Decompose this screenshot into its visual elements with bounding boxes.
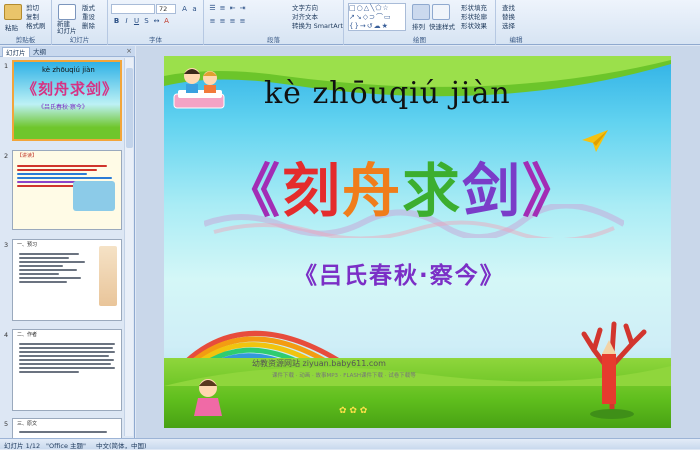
main-title[interactable]: 《刻舟求剑》 bbox=[222, 144, 582, 228]
grow-font-icon[interactable]: A bbox=[180, 5, 189, 13]
close-pane-icon[interactable]: × bbox=[126, 47, 132, 55]
new-slide-button[interactable]: 新建 幻灯片 bbox=[57, 21, 77, 35]
justify-icon[interactable]: ≡ bbox=[238, 17, 247, 25]
editing-group: 查找 替换 选择 编辑 bbox=[496, 0, 536, 45]
shrink-font-icon[interactable]: a bbox=[190, 5, 199, 13]
paste-icon[interactable] bbox=[4, 4, 22, 20]
delete-button[interactable]: 删除 bbox=[82, 20, 95, 30]
bullets-icon[interactable]: ☰ bbox=[208, 4, 217, 12]
watermark-text: 幼教资源网站 ziyuan.baby611.com bbox=[252, 359, 386, 368]
title-char-qiu: 求 bbox=[402, 157, 463, 225]
align-center-icon[interactable]: ≡ bbox=[218, 17, 227, 25]
italic-icon[interactable]: I bbox=[122, 17, 131, 25]
thumb-title: 《刻舟求剑》 bbox=[22, 80, 119, 98]
increase-indent-icon[interactable]: ⇥ bbox=[238, 4, 247, 12]
arrange-button[interactable]: 排列 bbox=[412, 21, 425, 31]
drawing-group: □○△╲⬠☆ ↗↘◇⊃⌒▭ {}→↺☁★ 排列 快速样式 形状填充 形状轮廓 形状效… bbox=[344, 0, 496, 45]
current-slide[interactable]: kè zhōuqiú jiàn 《刻舟求剑》 《吕氏春秋·察今》 ✿ ✿ ✿ 幼… bbox=[164, 56, 671, 428]
format-painter-button[interactable]: 格式刷 bbox=[26, 20, 46, 30]
thumbnail-number: 4 bbox=[4, 331, 9, 339]
watermark-subtext: 课件下载 · 动画 · 故事MP3 · FLASH课件下载 · 试卷下载等 bbox=[272, 373, 416, 379]
thumbnail-number: 2 bbox=[4, 152, 9, 160]
kids-reading-illustration bbox=[173, 68, 225, 109]
new-slide-icon[interactable] bbox=[58, 4, 76, 20]
clipboard-group-label: 剪贴板 bbox=[15, 36, 36, 44]
char-spacing-icon[interactable]: ↔ bbox=[152, 17, 161, 25]
paragraph-group-label: 段落 bbox=[267, 36, 280, 44]
title-char-ke: 刻 bbox=[282, 157, 343, 225]
flowers-decoration: ✿ ✿ ✿ bbox=[339, 406, 368, 416]
paper-airplane-icon bbox=[582, 130, 608, 152]
slide-thumbnail-4[interactable]: 二、作者 bbox=[12, 329, 122, 411]
slide-thumbnail-2[interactable]: 【讲读】 bbox=[12, 150, 122, 230]
font-color-icon[interactable]: A bbox=[162, 17, 171, 25]
thumb-heading: 【讲读】 bbox=[17, 153, 38, 159]
thumb-text-lines bbox=[19, 429, 109, 435]
select-button[interactable]: 选择 bbox=[502, 20, 515, 30]
thumb-text-lines bbox=[19, 341, 117, 375]
font-group: 72 A a B I U S ↔ A 字体 bbox=[108, 0, 204, 45]
quick-styles-button[interactable]: 快速样式 bbox=[429, 21, 455, 31]
pane-tabs: 幻灯片 大纲 × bbox=[0, 46, 135, 57]
slides-group-label: 幻灯片 bbox=[69, 36, 90, 44]
align-right-icon[interactable]: ≡ bbox=[228, 17, 237, 25]
thumbnail-number: 5 bbox=[4, 420, 9, 428]
underline-icon[interactable]: U bbox=[132, 17, 141, 25]
bold-icon[interactable]: B bbox=[112, 17, 121, 25]
thumbnail-number: 3 bbox=[4, 241, 9, 249]
drawing-group-label: 绘图 bbox=[413, 36, 426, 44]
thumbnail-number: 1 bbox=[4, 62, 9, 70]
thumb-subtitle: 《吕氏春秋·察今》 bbox=[38, 104, 88, 111]
title-char-zhou: 舟 bbox=[342, 157, 403, 225]
arrange-icon[interactable] bbox=[412, 4, 430, 20]
pencil-tree-illustration bbox=[581, 321, 647, 419]
decrease-indent-icon[interactable]: ⇤ bbox=[228, 4, 237, 12]
subtitle[interactable]: 《吕氏春秋·察今》 bbox=[294, 256, 505, 290]
clipboard-group: 粘贴 剪切 复制 格式刷 剪贴板 bbox=[0, 0, 52, 45]
paste-button[interactable]: 粘贴 bbox=[5, 22, 18, 32]
thumb-heading: 二、作者 bbox=[17, 332, 38, 338]
thumb-text-lines bbox=[19, 251, 89, 285]
pane-scrollbar-thumb[interactable] bbox=[126, 68, 133, 148]
convert-smartart-button[interactable]: 转换为 SmartArt bbox=[292, 20, 343, 30]
editing-group-label: 编辑 bbox=[509, 36, 523, 44]
font-group-label: 字体 bbox=[149, 36, 162, 44]
thumb-heading: 一、预习 bbox=[17, 242, 38, 248]
shape-effects-button[interactable]: 形状效果 bbox=[461, 20, 487, 30]
status-bar: 幻灯片 1/12 "Office 主题" 中文(简体，中国) bbox=[0, 438, 700, 450]
slide-thumbnail-3[interactable]: 一、预习 bbox=[12, 239, 122, 321]
shadow-icon[interactable]: S bbox=[142, 17, 151, 25]
font-size-combo[interactable]: 72 bbox=[156, 4, 176, 14]
numbering-icon[interactable]: ≡ bbox=[218, 4, 227, 12]
slides-group: 新建 幻灯片 版式 重设 删除 幻灯片 bbox=[52, 0, 108, 45]
thumb-decoration bbox=[99, 246, 117, 306]
slides-pane: 幻灯片 大纲 × 1 kè zhōuqiú jiàn 《刻舟求剑》 《吕氏春秋·… bbox=[0, 46, 135, 438]
quick-styles-icon[interactable] bbox=[432, 4, 450, 20]
title-open-bracket: 《 bbox=[222, 157, 283, 225]
slide-thumbnail-1[interactable]: kè zhōuqiú jiàn 《刻舟求剑》 《吕氏春秋·察今》 bbox=[12, 60, 122, 141]
paragraph-group: ☰ ≡ ⇤ ⇥ ≡ ≡ ≡ ≡ 文字方向 对齐文本 转换为 SmartArt 段… bbox=[204, 0, 344, 45]
thumb-heading: 三、原文 bbox=[17, 421, 38, 427]
pane-scrollbar[interactable] bbox=[124, 58, 133, 436]
tab-slides[interactable]: 幻灯片 bbox=[2, 47, 30, 57]
shapes-gallery[interactable]: □○△╲⬠☆ ↗↘◇⊃⌒▭ {}→↺☁★ bbox=[348, 3, 406, 31]
title-char-jian: 剑 bbox=[462, 157, 523, 225]
ribbon: 粘贴 剪切 复制 格式刷 剪贴板 新建 幻灯片 版式 重设 删除 幻灯片 72 … bbox=[0, 0, 700, 45]
pinyin-title[interactable]: kè zhōuqiú jiàn bbox=[264, 76, 511, 111]
font-name-combo[interactable] bbox=[111, 4, 155, 14]
girl-illustration bbox=[194, 379, 222, 416]
tab-outline[interactable]: 大纲 bbox=[30, 47, 49, 57]
thumb-pinyin: kè zhōuqiú jiàn bbox=[42, 66, 95, 74]
slide-editor: kè zhōuqiú jiàn 《刻舟求剑》 《吕氏春秋·察今》 ✿ ✿ ✿ 幼… bbox=[136, 46, 700, 438]
title-close-bracket: 》 bbox=[522, 157, 583, 225]
slide-thumbnail-5[interactable]: 三、原文 bbox=[12, 418, 122, 438]
thumb-illustration bbox=[73, 181, 115, 211]
align-left-icon[interactable]: ≡ bbox=[208, 17, 217, 25]
